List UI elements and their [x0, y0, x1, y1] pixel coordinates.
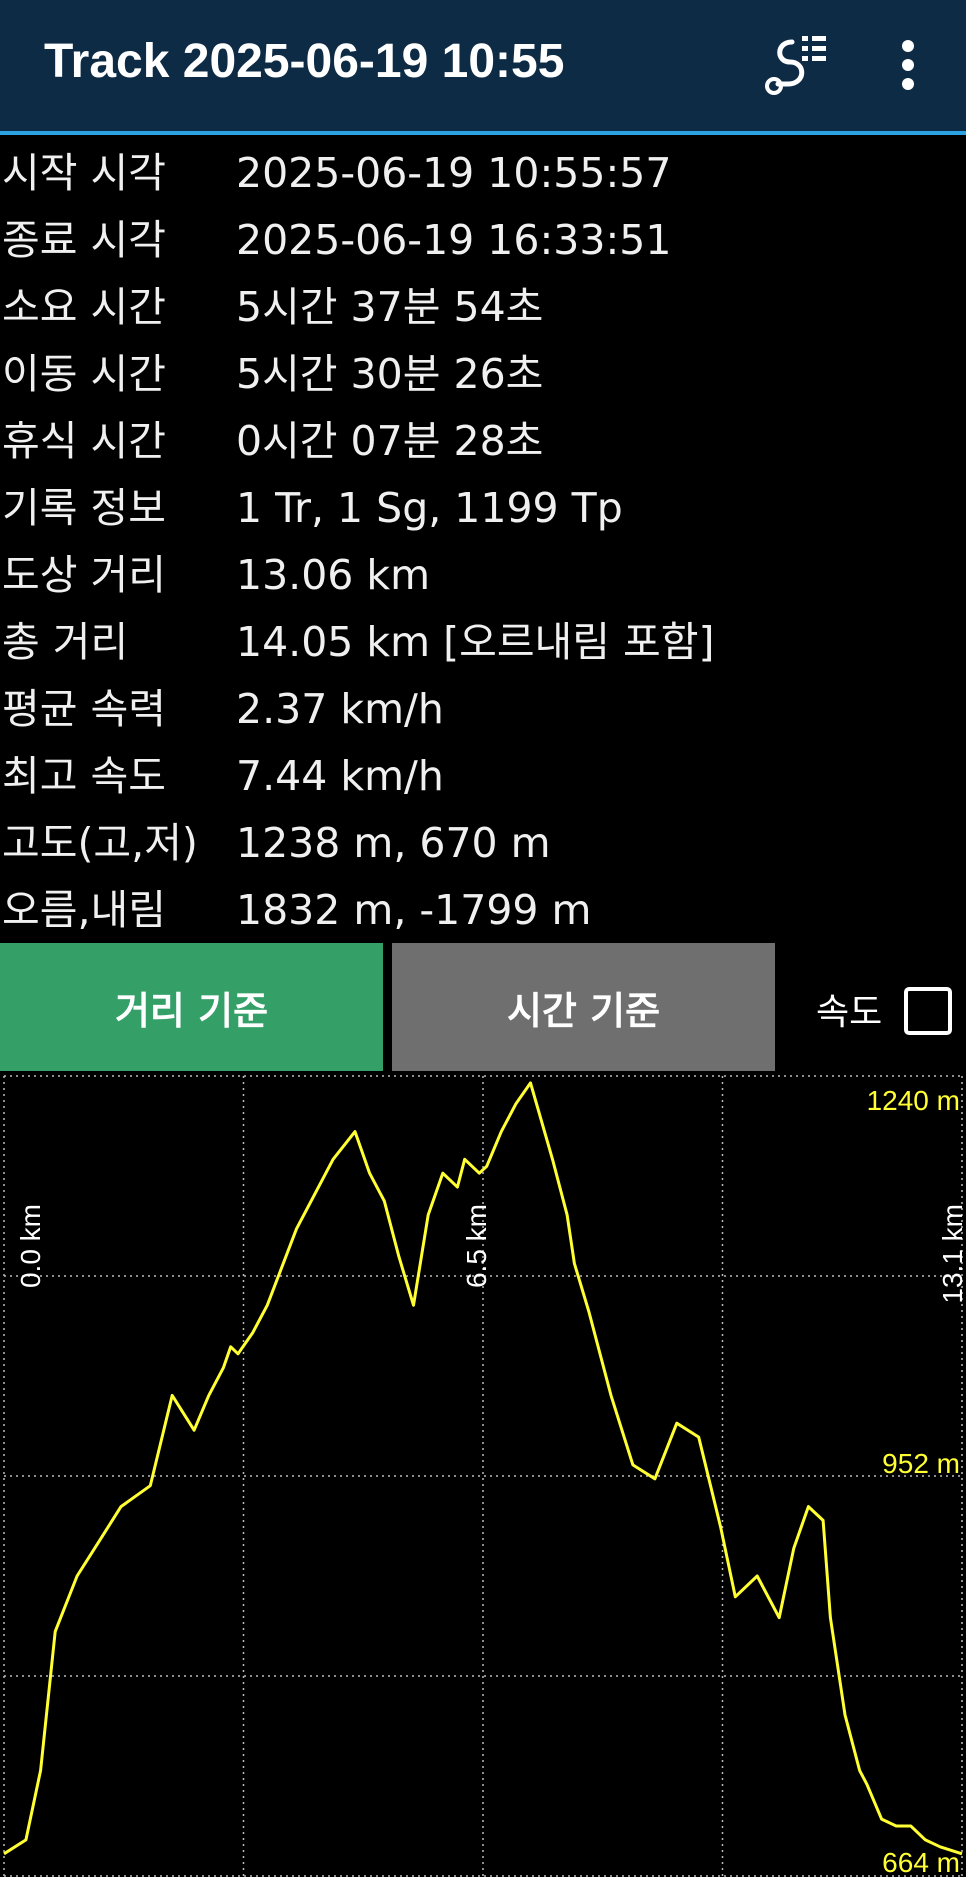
info-value: 5시간 30분 26초 [236, 350, 544, 398]
time-mode-button[interactable]: 시간 기준 [392, 943, 775, 1071]
x-tick-label-end: 13.1 km [937, 1204, 966, 1304]
info-label: 휴식 시간 [2, 417, 166, 465]
y-tick-label-top: 1240 m [867, 1085, 960, 1116]
info-label: 오름,내림 [2, 886, 166, 934]
info-row-rest-time: 휴식 시간 0시간 07분 28초 [0, 408, 966, 475]
more-vert-icon[interactable] [880, 30, 936, 100]
info-value: 1832 m, -1799 m [236, 886, 592, 934]
chart-grid [3, 1075, 963, 1877]
elevation-chart: 0.0 km 6.5 km 13.1 km 1240 m 952 m 664 m [0, 1074, 966, 1877]
info-label: 시작 시각 [2, 149, 166, 197]
info-row-moving-time: 이동 시간 5시간 30분 26초 [0, 341, 966, 408]
info-label: 도상 거리 [2, 551, 166, 599]
info-row-end: 종료 시각 2025-06-19 16:33:51 [0, 207, 966, 274]
chart-labels: 0.0 km 6.5 km 13.1 km 1240 m 952 m 664 m [15, 1085, 966, 1877]
info-row-total-distance: 총 거리 14.05 km [오르내림 포함] [0, 609, 966, 676]
page-title: Track 2025-06-19 10:55 [44, 35, 565, 88]
info-label: 이동 시간 [2, 350, 166, 398]
info-row-ascent-descent: 오름,내림 1832 m, -1799 m [0, 877, 966, 944]
info-value: 13.06 km [236, 551, 431, 599]
info-row-duration: 소요 시간 5시간 37분 54초 [0, 274, 966, 341]
route-list-icon[interactable] [762, 28, 832, 100]
app-bar: Track 2025-06-19 10:55 [0, 0, 966, 135]
info-label: 기록 정보 [2, 484, 166, 532]
x-tick-label-start: 0.0 km [15, 1204, 46, 1288]
info-label: 소요 시간 [2, 283, 166, 331]
info-row-map-distance: 도상 거리 13.06 km [0, 542, 966, 609]
elevation-chart-svg: 0.0 km 6.5 km 13.1 km 1240 m 952 m 664 m [3, 1075, 966, 1877]
info-label: 종료 시각 [2, 216, 166, 264]
info-value: 7.44 km/h [236, 752, 444, 800]
info-label: 총 거리 [2, 618, 129, 666]
info-row-max-speed: 최고 속도 7.44 km/h [0, 743, 966, 810]
info-value: 0시간 07분 28초 [236, 417, 544, 465]
speed-toggle[interactable]: 속도 [808, 943, 966, 1071]
info-value: 5시간 37분 54초 [236, 283, 544, 331]
info-row-altitude: 고도(고,저) 1238 m, 670 m [0, 810, 966, 877]
info-row-record: 기록 정보 1 Tr, 1 Sg, 1199 Tp [0, 475, 966, 542]
info-value: 2.37 km/h [236, 685, 444, 733]
info-label: 고도(고,저) [2, 819, 198, 867]
distance-mode-button[interactable]: 거리 기준 [0, 943, 383, 1071]
y-tick-label-mid: 952 m [882, 1448, 960, 1479]
axis-mode-bar: 거리 기준 시간 기준 속도 [0, 943, 966, 1071]
info-value: 1 Tr, 1 Sg, 1199 Tp [236, 484, 623, 532]
info-value: 2025-06-19 10:55:57 [236, 149, 672, 197]
speed-label: 속도 [816, 992, 883, 1033]
info-row-avg-speed: 평균 속력 2.37 km/h [0, 676, 966, 743]
elevation-series-line [3, 1081, 963, 1856]
x-tick-label-mid: 6.5 km [461, 1204, 492, 1288]
info-value: 1238 m, 670 m [236, 819, 551, 867]
y-tick-label-bottom: 664 m [882, 1847, 960, 1877]
info-label: 최고 속도 [2, 752, 166, 800]
speed-checkbox[interactable] [904, 987, 952, 1035]
info-value: 2025-06-19 16:33:51 [236, 216, 672, 264]
info-label: 평균 속력 [2, 685, 166, 733]
info-value: 14.05 km [오르내림 포함] [236, 618, 715, 666]
info-row-start: 시작 시각 2025-06-19 10:55:57 [0, 140, 966, 207]
